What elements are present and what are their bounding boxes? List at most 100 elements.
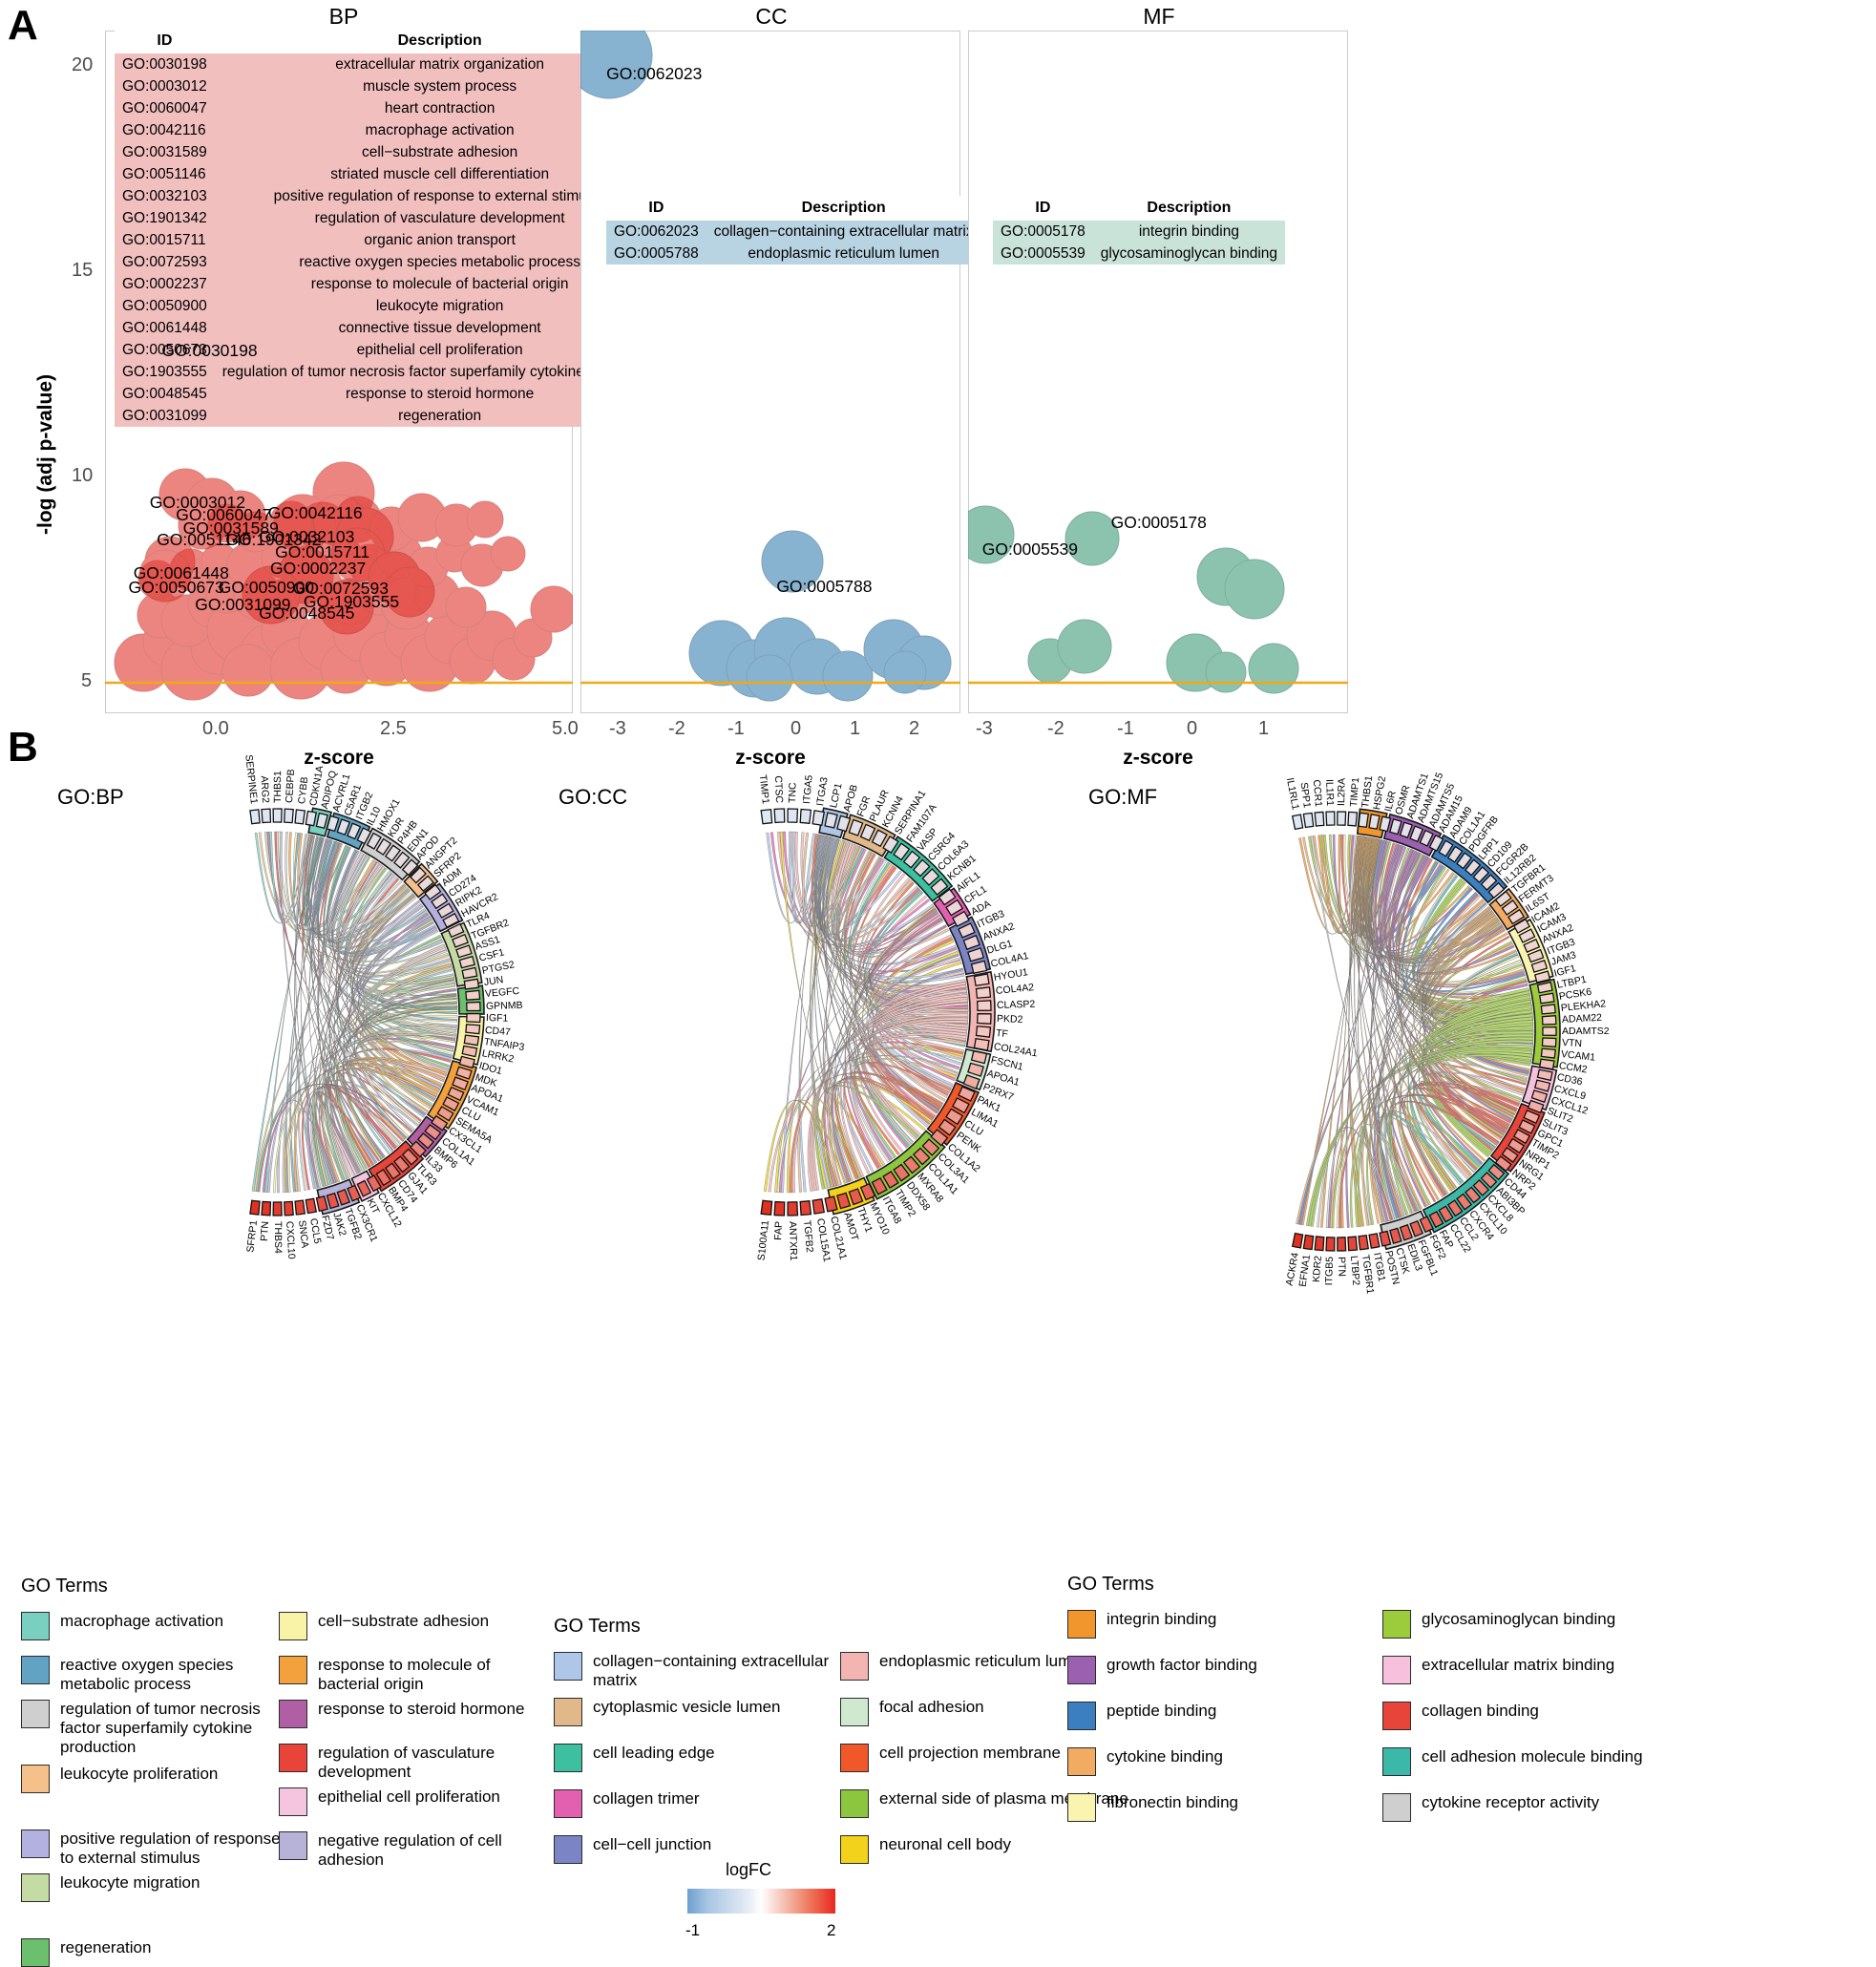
legend-color-swatch	[21, 1656, 50, 1684]
chord-gene-box	[773, 808, 786, 824]
legend-item: response to steroid hormone	[279, 1700, 524, 1728]
legend-item: cell adhesion molecule binding	[1382, 1747, 1643, 1776]
legend-color-swatch	[840, 1835, 869, 1864]
legend-item: leukocyte proliferation	[21, 1765, 218, 1793]
legend-color-swatch	[279, 1744, 307, 1772]
bubble-label: GO:0002237	[269, 559, 367, 579]
legend-color-swatch	[1067, 1610, 1096, 1639]
chord-diagram-cc	[760, 807, 996, 1216]
gene-label: IL1R1	[1323, 778, 1337, 807]
legend-item: cytokine binding	[1067, 1747, 1223, 1776]
mf-row-desc: integrin binding	[1138, 222, 1239, 240]
chord-gene-box	[261, 1200, 272, 1216]
chord-gene-box	[466, 1012, 481, 1024]
bubble-label: GO:0005539	[981, 539, 1078, 560]
chord-gene-box	[1538, 1058, 1555, 1070]
chord-gene-box	[272, 808, 283, 823]
legend-title-cc: GO Terms	[554, 1616, 641, 1637]
legend-label: cell adhesion molecule binding	[1422, 1747, 1643, 1766]
chord-gene-box	[1291, 1232, 1304, 1249]
legend-label: neuronal cell body	[879, 1835, 1011, 1853]
bp-x-tick-1: 2.5	[380, 718, 407, 739]
legend-color-swatch	[1067, 1793, 1096, 1822]
legend-color-swatch	[21, 1830, 50, 1858]
facet-title-bp: BP	[328, 4, 359, 29]
chord-gene-box	[1541, 1037, 1557, 1047]
legend-color-swatch	[554, 1789, 582, 1818]
bp-row-id: GO:0050900	[122, 297, 207, 314]
table-row: GO:0062023 collagen−containing extracellu…	[606, 221, 981, 243]
bubble-label: GO:0048545	[259, 603, 355, 624]
legend-label: cell projection membrane	[879, 1744, 1061, 1762]
legend-label: collagen trimer	[593, 1789, 700, 1808]
gene-label: THBS4	[271, 1220, 284, 1254]
gene-label: PTN	[1336, 1256, 1348, 1278]
legend-item: negative regulation of cell adhesion	[279, 1831, 552, 1870]
legend-label: macrophage activation	[60, 1612, 224, 1630]
chord-gene-box	[812, 1198, 826, 1215]
gene-label: CLASP2	[996, 998, 1036, 1011]
legend-item: cytoplasmic vesicle lumen	[554, 1698, 781, 1726]
legend-title-mf: GO Terms	[1067, 1574, 1154, 1595]
legend-item: endoplasmic reticulum lumen	[840, 1652, 1089, 1681]
cc-row-desc: endoplasmic reticulum lumen	[748, 244, 940, 262]
bp-row-id: GO:0032103	[122, 187, 207, 204]
mf-x-tick-2: -1	[1117, 718, 1134, 739]
mf-x-tick-3: 0	[1187, 718, 1198, 739]
bubble-label: GO:0005178	[1110, 512, 1207, 532]
legend-label: growth factor binding	[1107, 1656, 1257, 1674]
bp-row-id: GO:0031099	[122, 407, 207, 424]
chord-gene-box	[1542, 1026, 1557, 1037]
colorbar-max-label: 2	[827, 1921, 836, 1939]
mf-row-desc: glycosaminoglycan binding	[1100, 244, 1278, 262]
legend-label: glycosaminoglycan binding	[1422, 1610, 1616, 1628]
colorbar-min-label: -1	[685, 1921, 701, 1939]
chord-gene-box	[1337, 1237, 1347, 1252]
legend-label: collagen−containing extracellular matrix	[593, 1652, 830, 1690]
chord-gene-box	[1291, 814, 1304, 831]
legend-color-swatch	[1067, 1747, 1096, 1776]
gene-label: GPNMB	[485, 999, 523, 1012]
chord-gene-box	[787, 1201, 799, 1216]
legend-label: cytokine receptor activity	[1422, 1793, 1600, 1811]
legend-item: positive regulation of response to exter…	[21, 1830, 294, 1868]
mf-table-header-desc: Description	[1092, 196, 1286, 221]
legend-label: regeneration	[60, 1938, 152, 1956]
colorbar-gradient	[687, 1889, 835, 1914]
legend-label: extracellular matrix binding	[1422, 1656, 1615, 1674]
legend-color-swatch	[279, 1787, 307, 1816]
gene-label: VTN	[1561, 1037, 1582, 1050]
bp-row-id: GO:0003012	[122, 77, 207, 95]
legend-label: response to molecule of bacterial origin	[318, 1656, 491, 1694]
legend-label: integrin binding	[1107, 1610, 1217, 1628]
cc-table-header-desc: Description	[706, 196, 981, 221]
mf-row-id: GO:0005539	[1001, 244, 1086, 262]
legend-label: leukocyte proliferation	[60, 1765, 219, 1783]
bp-row-id: GO:0031589	[122, 143, 207, 160]
chord-gene-box	[1314, 811, 1325, 827]
legend-color-swatch	[554, 1744, 582, 1772]
legend-color-swatch	[1382, 1747, 1411, 1776]
chord-gene-box	[760, 1199, 773, 1216]
bubble-label: GO:0005788	[776, 576, 873, 596]
legend-label: reactive oxygen species metabolic proces…	[60, 1656, 234, 1694]
colorbar-title: logFC	[726, 1860, 772, 1879]
cc-x-tick-2: -1	[727, 718, 745, 739]
legend-label: leukocyte migration	[60, 1873, 200, 1892]
legend-color-swatch	[1067, 1656, 1096, 1684]
cc-x-tick-1: -2	[668, 718, 685, 739]
bubble-label: GO:0030198	[161, 341, 258, 361]
legend-item: regeneration	[21, 1938, 151, 1967]
bubble-label: GO:0062023	[606, 63, 703, 83]
bp-row-id: GO:0051146	[122, 165, 206, 182]
chord-gene-box	[1358, 1234, 1369, 1251]
gene-label: CTSC	[771, 775, 786, 804]
bp-row-id: GO:1903555	[122, 363, 207, 380]
legend-item: growth factor binding	[1067, 1656, 1257, 1684]
mf-row-id: GO:0005178	[1001, 222, 1086, 240]
legend-item: fibronectin binding	[1067, 1793, 1238, 1822]
gene-label: THBS1	[271, 771, 284, 804]
legend-label: epithelial cell proliferation	[318, 1787, 500, 1806]
chord-gene-box	[1325, 1237, 1336, 1252]
chord-gene-box	[1358, 812, 1369, 829]
